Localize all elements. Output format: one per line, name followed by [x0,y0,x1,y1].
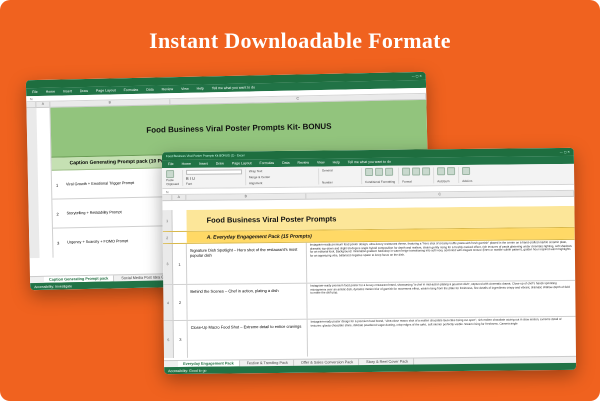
ribbon-cells: Format [402,167,435,184]
menu-page-layout[interactable]: Page Layout [232,161,252,165]
prompt-number: 3 [173,320,189,359]
sort-filter-icon[interactable] [437,167,446,176]
font-name-dropdown[interactable] [185,169,242,175]
menu-insert[interactable]: Insert [63,89,72,93]
table-row: 4 2 Behind the Scenes – Chef in action, … [163,280,576,322]
conditional-formatting-icon[interactable] [364,167,373,177]
prompt-number: 2 [173,284,188,321]
ribbon-editing: AutoSum [437,167,460,184]
alignment-label: Alignment [249,181,263,186]
menu-view[interactable]: View [181,87,189,91]
row-header: 3 [162,244,174,285]
menu-review[interactable]: Review [298,161,310,165]
ribbon-styles: Conditional Formatting [364,167,400,185]
back-row-text: Storytelling + Relatability Prompt [62,197,173,228]
add-ins-label[interactable]: Add-ins [462,179,472,183]
tell-me-box[interactable]: Tell me what you want to do [348,160,391,164]
front-title: Food Business Viral Poster Prompts Kit B… [165,153,245,159]
prompt-text: Instagram-ready poster design for a prem… [310,316,562,328]
prompt-title: Signature Dish Spotlight – Hero shot of … [186,242,308,284]
menu-file[interactable]: File [168,162,174,166]
ribbon-clipboard: Paste Clipboard [166,169,184,187]
back-row-text: Urgency + Scarcity + FOMO Prompt [62,226,174,257]
row-header: 1 [162,210,173,232]
front-sheet: 1 Food Business Viral Poster Prompts 2 A… [162,205,576,359]
menu-page-layout[interactable]: Page Layout [96,88,116,92]
menu-home[interactable]: Home [46,90,55,94]
add-ins-icon[interactable] [462,166,471,176]
conditional-formatting-label[interactable]: Conditional Formatting [365,180,395,184]
number-format-dropdown[interactable]: General [322,168,358,172]
row-header: 4 [163,285,174,321]
menu-data[interactable]: Data [146,88,153,92]
table-row: 3 1 Signature Dish Spotlight – Hero shot… [162,239,576,286]
menu-home[interactable]: Home [182,162,191,166]
menu-help[interactable]: Help [197,86,204,90]
back-row-num: 1 [55,182,59,188]
menu-help[interactable]: Help [333,160,340,164]
cell-styles-icon[interactable] [384,167,393,176]
tell-me-box[interactable]: Tell me what you want to do [212,85,255,90]
back-row-num: 2 [56,211,59,217]
format-label[interactable]: Format [402,179,430,184]
ribbon-alignment: Wrap Text Merge & Center Alignment [248,168,320,186]
prompt-text: Instagram-ready premium food poster for … [310,281,570,295]
menu-formulas[interactable]: Formulas [260,161,275,165]
menu-data[interactable]: Data [282,161,289,165]
window-controls-icon[interactable]: — ▢ ✕ [412,74,422,78]
prompt-number: 1 [172,243,188,285]
front-excel-window: Food Business Viral Poster Prompts Kit B… [161,147,577,375]
insert-cells-icon[interactable] [402,167,411,176]
menu-formulas[interactable]: Formulas [124,88,139,92]
back-row-text: Viral Growth + Emotional Trigger Prompt [61,168,173,199]
back-row-num: 3 [57,240,60,246]
font-group-label: Font [186,181,193,186]
format-cells-icon[interactable] [422,167,431,176]
format-table-icon[interactable] [374,167,383,176]
menu-review[interactable]: Review [162,87,174,91]
headline: Instant Downloadable Formate [149,28,451,53]
prompt-title: Close-Up Macro Food Shot – Extreme detai… [187,319,308,358]
front-sheet-heading: Food Business Viral Poster Prompts [186,205,575,231]
row-header: 5 [163,321,175,359]
ribbon-font: B I U Font [185,169,247,186]
prompt-text: Instagram-ready premium food poster desi… [309,239,572,258]
menu-view[interactable]: View [317,160,325,164]
menu-draw[interactable]: Draw [80,89,88,93]
merge-center-button[interactable]: Merge & Center [249,175,315,179]
menu-file[interactable]: File [32,90,38,94]
number-label: Number [321,180,333,185]
paste-icon[interactable] [166,170,175,179]
window-controls-icon[interactable]: — ▢ ✕ [560,150,570,154]
delete-cells-icon[interactable] [412,167,421,176]
menu-draw[interactable]: Draw [216,162,224,166]
ribbon-addins: Add-ins [462,166,475,183]
row-header: 2 [162,232,173,244]
prompt-title: Behind the Scenes – Chef in action, plat… [187,283,308,320]
menu-insert[interactable]: Insert [199,162,208,166]
promo-canvas: Instant Downloadable Formate — ▢ ✕ File … [0,0,600,401]
table-row: 5 3 Close-Up Macro Food Shot – Extreme d… [163,316,576,359]
wrap-text-button[interactable]: Wrap Text [249,169,315,173]
clipboard-label: Clipboard [166,181,180,187]
find-select-icon[interactable] [447,167,456,176]
autosum-label[interactable]: AutoSum [437,179,455,183]
ribbon-number: General Number [321,168,363,185]
bold-italic-underline-icon[interactable]: B I U [186,175,242,181]
